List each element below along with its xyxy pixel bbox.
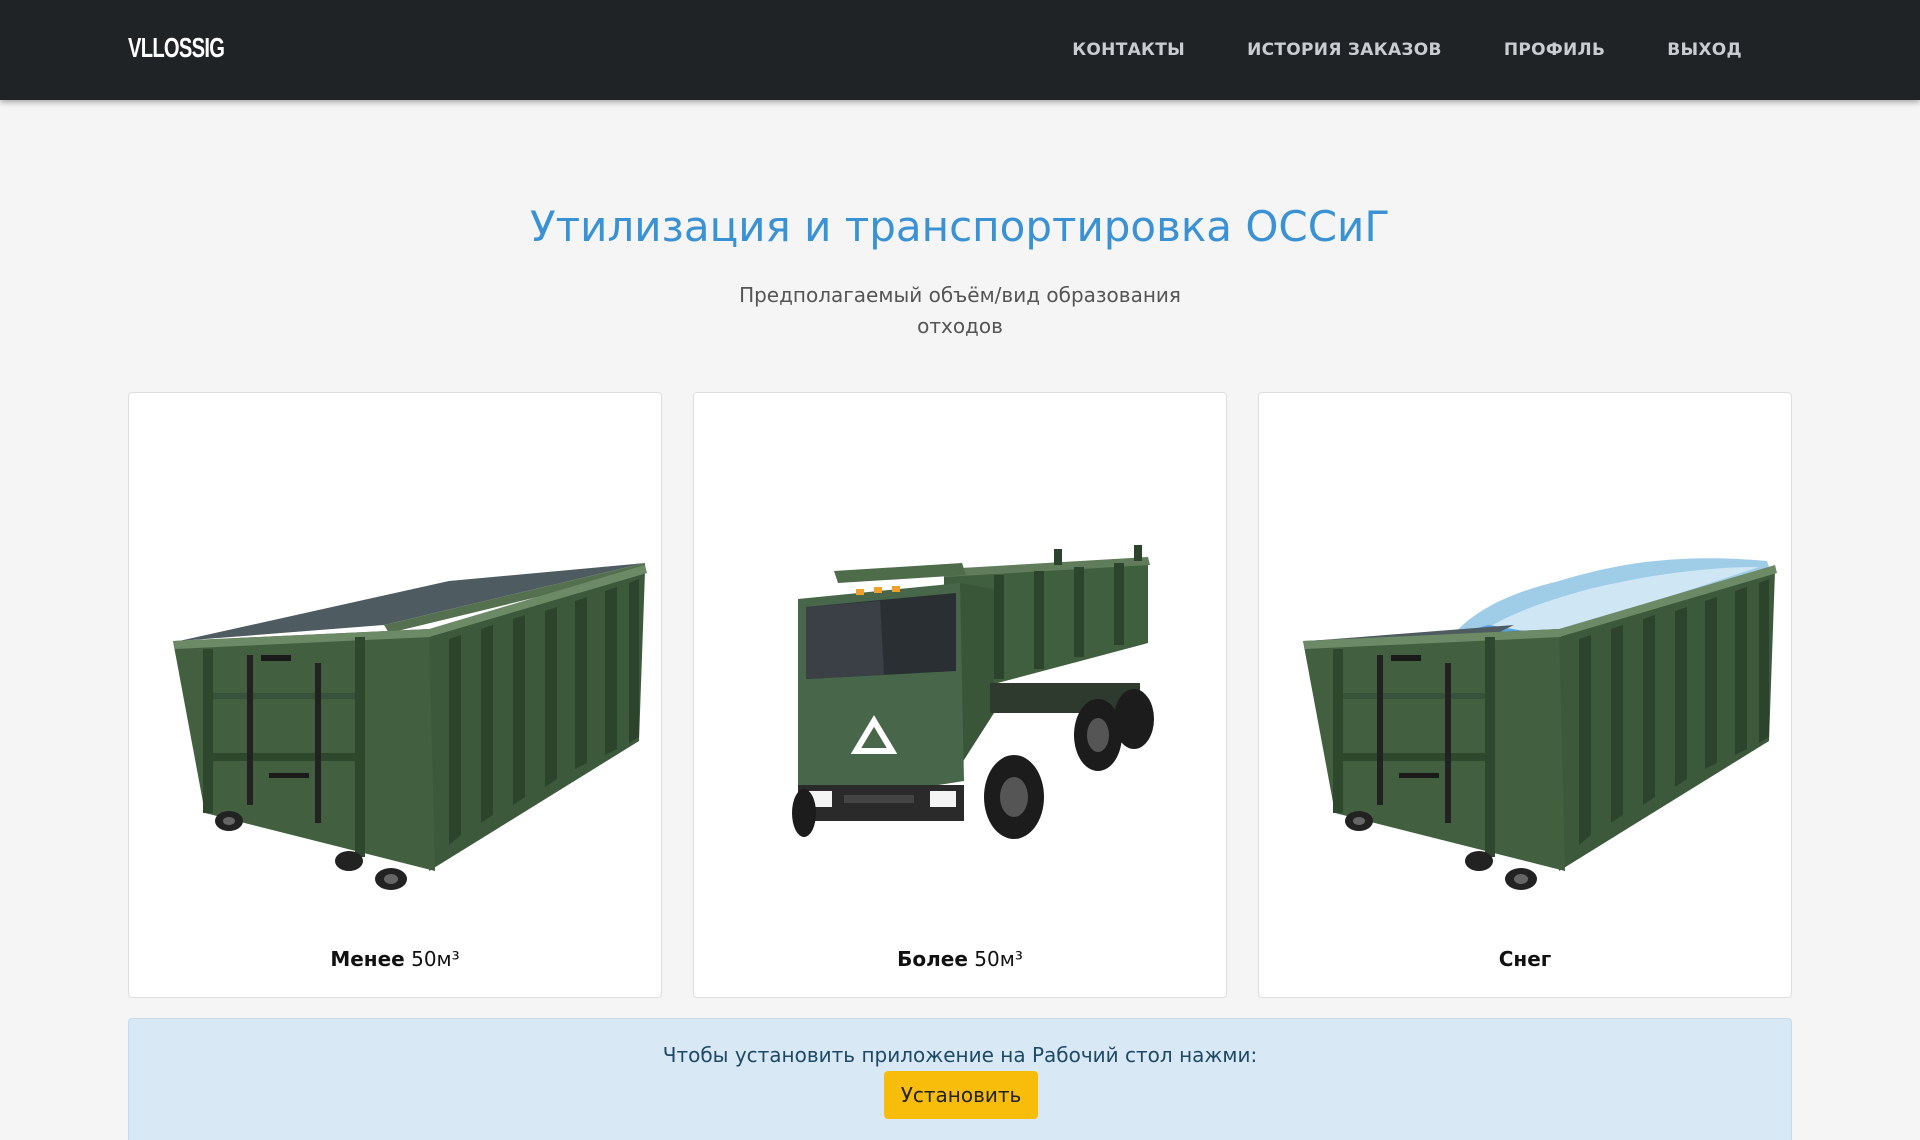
brand-logo[interactable]: VLLOSSIG: [128, 32, 225, 64]
card-caption-bold: Более: [897, 947, 968, 971]
card-caption-snow: Снег: [1259, 947, 1791, 971]
card-caption-less-50: Менее 50м³: [129, 947, 661, 971]
install-app-text: Чтобы установить приложение на Рабочий с…: [662, 1043, 1258, 1067]
card-caption-volume: 50м³: [404, 947, 460, 971]
nav-link-profile[interactable]: ПРОФИЛЬ: [1504, 40, 1605, 60]
page-subtitle: Предполагаемый объём/вид образования отх…: [660, 280, 1260, 342]
option-card-less-50[interactable]: Менее 50м³: [128, 392, 662, 998]
card-caption-more-50: Более 50м³: [694, 947, 1226, 971]
top-navbar: VLLOSSIG КОНТАКТЫ ИСТОРИЯ ЗАКАЗОВ ПРОФИЛ…: [0, 0, 1920, 100]
dump-truck-image: [792, 545, 1154, 839]
snow-container-image: [1303, 558, 1777, 890]
empty-container-image: [173, 563, 647, 890]
card-caption-bold: Снег: [1498, 947, 1552, 971]
page-title: Утилизация и транспортировка ОССиГ: [530, 202, 1390, 251]
nav-links: КОНТАКТЫ ИСТОРИЯ ЗАКАЗОВ ПРОФИЛЬ ВЫХОД: [1072, 0, 1742, 100]
nav-link-contacts[interactable]: КОНТАКТЫ: [1072, 40, 1185, 60]
card-caption-volume: 50м³: [967, 947, 1023, 971]
nav-link-order-history[interactable]: ИСТОРИЯ ЗАКАЗОВ: [1247, 40, 1442, 60]
card-caption-bold: Менее: [330, 947, 405, 971]
subtitle-line-1: Предполагаемый объём/вид образования: [739, 283, 1181, 307]
logo-text: VLLOSSIG: [128, 32, 225, 63]
install-button[interactable]: Установить: [884, 1071, 1038, 1119]
option-card-snow[interactable]: Снег: [1258, 392, 1792, 998]
install-app-alert: Чтобы установить приложение на Рабочий с…: [128, 1018, 1792, 1140]
subtitle-line-2: отходов: [917, 314, 1003, 338]
nav-link-logout[interactable]: ВЫХОД: [1667, 40, 1742, 60]
option-card-more-50[interactable]: Более 50м³: [693, 392, 1227, 998]
